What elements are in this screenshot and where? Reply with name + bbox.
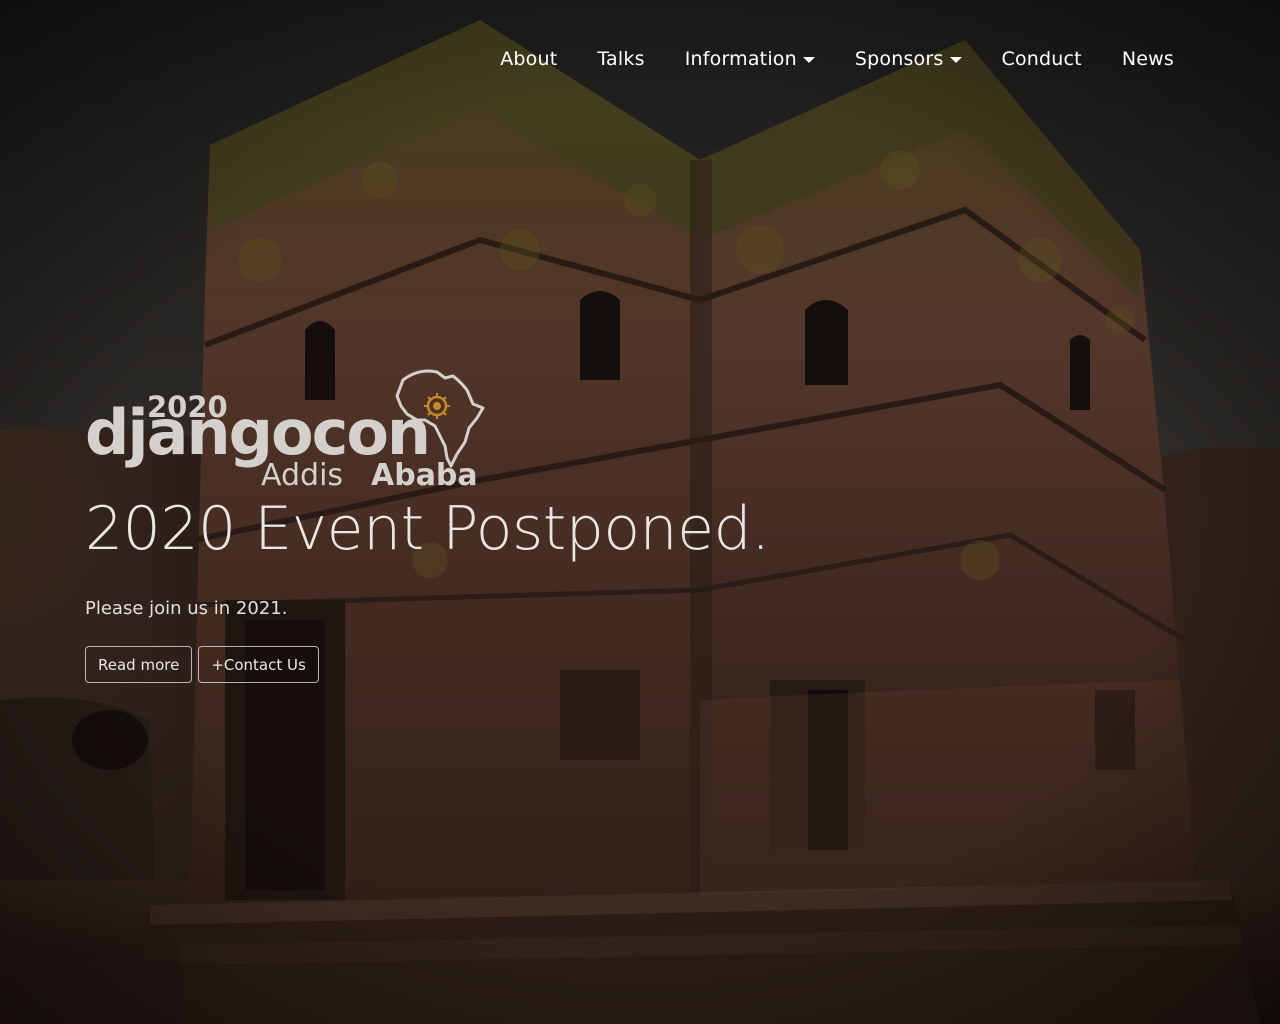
- nav-item-talks[interactable]: Talks: [577, 40, 664, 78]
- logo-city-first: Addis: [261, 458, 344, 493]
- read-more-button[interactable]: Read more: [85, 646, 193, 683]
- logo-wordmark: djangocon: [85, 396, 431, 469]
- nav-item-information[interactable]: Information: [665, 40, 835, 78]
- nav-sponsors-label: Sponsors: [854, 48, 944, 70]
- nav-conduct-label: Conduct: [1001, 48, 1082, 70]
- hero-subtitle: Please join us in 2021.: [85, 598, 288, 619]
- hero-title: 2020 Event Postponed.: [85, 494, 770, 564]
- nav-talks-label: Talks: [597, 48, 645, 70]
- nav-about-label: About: [500, 48, 558, 70]
- caret-down-icon: [802, 56, 815, 63]
- djangocon-logo[interactable]: 2020 djangocon Addis Ababa: [85, 362, 495, 493]
- nav-item-about[interactable]: About: [480, 40, 577, 78]
- nav-information-label: Information: [684, 48, 797, 70]
- contact-us-button[interactable]: +Contact Us: [198, 646, 319, 683]
- hero-section: 2020 djangocon Addis Ababa 2020 Event Po…: [85, 362, 885, 683]
- nav-item-conduct[interactable]: Conduct: [982, 40, 1102, 78]
- caret-down-icon: [949, 56, 962, 63]
- main-nav: About Talks Information Sponsors Conduct…: [480, 40, 1194, 78]
- nav-item-sponsors[interactable]: Sponsors: [835, 40, 982, 78]
- nav-item-news[interactable]: News: [1102, 40, 1194, 78]
- nav-news-label: News: [1121, 48, 1174, 70]
- africa-outline-icon: [395, 369, 485, 468]
- hero-actions: Read more +Contact Us: [85, 646, 885, 683]
